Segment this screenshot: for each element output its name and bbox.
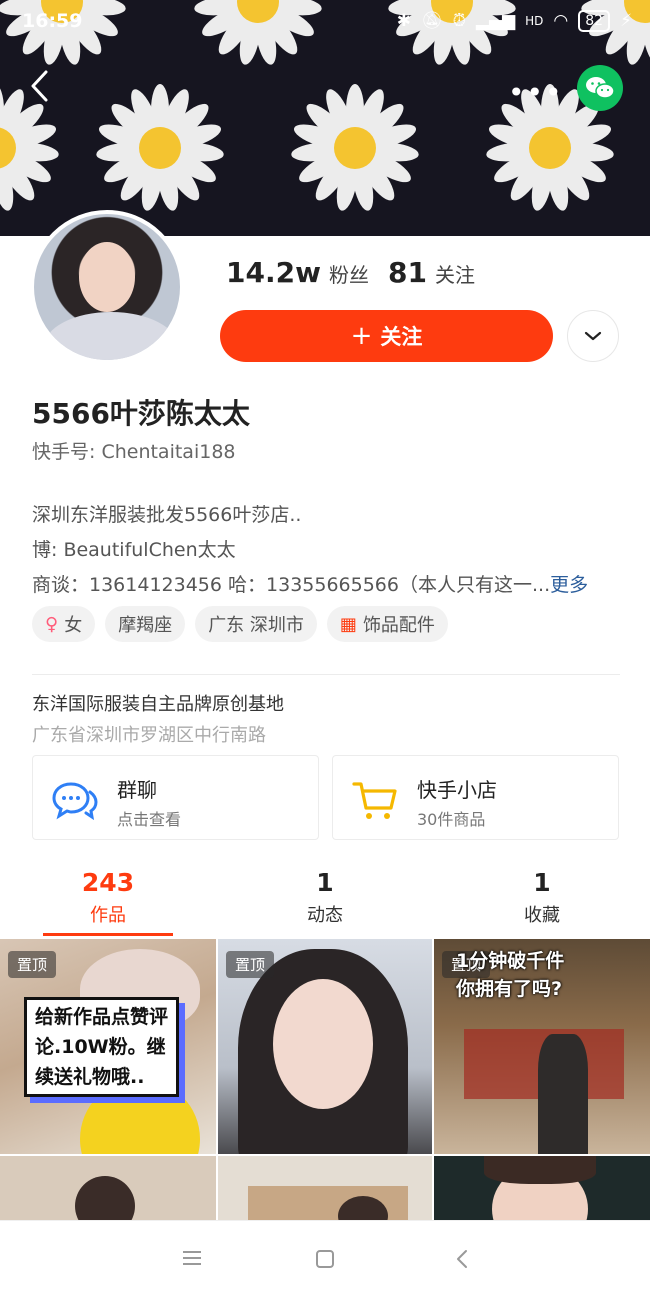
kuaishou-id: 快手号: Chentaitai188 bbox=[32, 441, 236, 463]
tab-label: 作品 bbox=[90, 905, 126, 926]
avatar-coat bbox=[44, 312, 178, 360]
charging-icon: ⚡︎ bbox=[620, 11, 632, 31]
follow-button[interactable]: + 关注 bbox=[220, 310, 553, 362]
bluetooth-icon: ✱ bbox=[396, 11, 412, 31]
caption-line: 你拥有了吗? bbox=[456, 978, 563, 1000]
bio-line-2: 博: BeautifulChen太太 bbox=[32, 539, 236, 561]
card-subtitle: 点击查看 bbox=[117, 810, 182, 829]
following-stat[interactable]: 81 关注 bbox=[388, 256, 475, 289]
tab-label: 收藏 bbox=[524, 905, 560, 926]
caption-line: 1分钟破千件 bbox=[456, 950, 565, 972]
location-address[interactable]: 广东省深圳市罗湖区中行南路 bbox=[32, 721, 266, 747]
thumbnail-caption: 1分钟破千件 你拥有了吗? bbox=[456, 947, 564, 1003]
video-thumbnail[interactable] bbox=[0, 1156, 216, 1220]
shop-cart-icon bbox=[352, 782, 397, 819]
hd-signal-icon: HD bbox=[525, 14, 544, 28]
card-subtitle: 30件商品 bbox=[417, 810, 486, 829]
wifi-icon: ◠ bbox=[553, 11, 569, 31]
plus-icon: + bbox=[350, 321, 373, 351]
location-title[interactable]: 东洋国际服装自主品牌原创基地 bbox=[32, 690, 284, 716]
fans-label: 粉丝 bbox=[328, 263, 369, 287]
video-thumbnail[interactable]: 置顶 1分钟破千件 你拥有了吗? bbox=[434, 939, 650, 1154]
wechat-icon bbox=[586, 77, 615, 99]
wechat-share-button[interactable] bbox=[577, 65, 623, 111]
status-icons: ✱ 🔕︎ ⏰︎ ▂▄▆ HD ◠ 82 ⚡︎ bbox=[397, 10, 632, 32]
following-count: 81 bbox=[388, 256, 427, 289]
following-label: 关注 bbox=[434, 263, 475, 287]
tab-count: 1 bbox=[533, 868, 551, 897]
tab-count: 243 bbox=[81, 868, 135, 897]
menu-icon[interactable] bbox=[181, 1249, 203, 1267]
bio-line-3: 商谈：13614123456 哈：13355665566（本人只有这一...更多 bbox=[32, 570, 588, 597]
fans-count: 14.2w bbox=[226, 256, 321, 289]
card-title: 快手小店 bbox=[417, 778, 497, 802]
hair-shape bbox=[484, 1156, 596, 1184]
tab-moments[interactable]: 1 动态 bbox=[217, 868, 433, 927]
avatar[interactable] bbox=[30, 210, 184, 364]
video-thumbnail[interactable]: 置顶 bbox=[218, 939, 432, 1154]
card-title: 群聊 bbox=[117, 778, 157, 802]
battery-icon: 82 bbox=[578, 10, 611, 32]
shop-card[interactable]: 快手小店 30件商品 bbox=[332, 755, 619, 840]
alarm-icon: ⏰︎ bbox=[452, 11, 466, 31]
grid-icon: ▦ bbox=[339, 613, 357, 635]
pinned-badge: 置顶 bbox=[8, 951, 57, 978]
face-shape bbox=[273, 979, 373, 1109]
tag-label: 女 bbox=[64, 615, 83, 636]
hair-shape bbox=[75, 1176, 135, 1220]
caption-line: 续送礼物哦.. bbox=[35, 1066, 145, 1088]
profile-tags: ♀ 女 摩羯座 广东 深圳市 ▦ 饰品配件 bbox=[32, 606, 448, 642]
active-tab-indicator bbox=[43, 933, 173, 936]
video-thumbnail[interactable]: 置顶 给新作品点赞评 论.10W粉。继 续送礼物哦.. bbox=[0, 939, 216, 1154]
follow-button-label: 关注 bbox=[380, 325, 423, 349]
bio-line-3-text: 商谈：13614123456 哈：13355665566（本人只有这一... bbox=[32, 574, 551, 596]
divider bbox=[32, 674, 620, 675]
thumbnail-caption: 给新作品点赞评 论.10W粉。继 续送礼物哦.. bbox=[24, 997, 180, 1097]
tab-favorites[interactable]: 1 收藏 bbox=[434, 868, 650, 927]
tag-gender: ♀ 女 bbox=[32, 606, 96, 642]
more-options-icon[interactable]: ••• bbox=[508, 76, 564, 109]
video-thumbnail[interactable] bbox=[218, 1156, 432, 1220]
mute-bell-icon: 🔕︎ bbox=[421, 11, 443, 31]
avatar-face bbox=[79, 242, 135, 312]
back-icon[interactable] bbox=[28, 68, 52, 104]
bio-more-link[interactable]: 更多 bbox=[550, 574, 588, 596]
female-icon: ♀ bbox=[45, 613, 59, 635]
caption-line: 论.10W粉。继 bbox=[35, 1036, 166, 1058]
bio-line-1: 深圳东洋服装批发5566叶莎店.. bbox=[32, 504, 302, 526]
tag-constellation: 摩羯座 bbox=[105, 606, 186, 642]
fans-stat[interactable]: 14.2w 粉丝 bbox=[226, 256, 369, 289]
status-bar: 16:59 ✱ 🔕︎ ⏰︎ ▂▄▆ HD ◠ 82 ⚡︎ bbox=[0, 0, 650, 44]
tab-count: 1 bbox=[316, 868, 334, 897]
group-chat-card[interactable]: 群聊 点击查看 bbox=[32, 755, 319, 840]
signal-icon: ▂▄▆ bbox=[475, 11, 516, 31]
chevron-down-icon bbox=[584, 331, 602, 341]
profile-name: 5566叶莎陈太太 bbox=[32, 397, 250, 430]
home-icon[interactable] bbox=[315, 1249, 335, 1269]
group-chat-icon bbox=[52, 782, 98, 821]
caption-line: 给新作品点赞评 bbox=[35, 1006, 169, 1028]
status-time: 16:59 bbox=[22, 10, 83, 32]
system-navigation-bar bbox=[0, 1220, 650, 1298]
tag-label: 饰品配件 bbox=[362, 615, 435, 636]
person-shape bbox=[538, 1034, 588, 1154]
tag-label: 摩羯座 bbox=[118, 615, 173, 636]
video-thumbnail[interactable] bbox=[434, 1156, 650, 1220]
tab-label: 动态 bbox=[307, 905, 343, 926]
tag-label: 广东 深圳市 bbox=[208, 615, 304, 636]
tag-category[interactable]: ▦ 饰品配件 bbox=[326, 606, 448, 642]
tag-location: 广东 深圳市 bbox=[195, 606, 317, 642]
nav-back-icon[interactable] bbox=[455, 1249, 469, 1269]
tab-works[interactable]: 243 作品 bbox=[0, 868, 216, 927]
pinned-badge: 置顶 bbox=[226, 951, 275, 978]
recommend-dropdown-button[interactable] bbox=[567, 310, 619, 362]
